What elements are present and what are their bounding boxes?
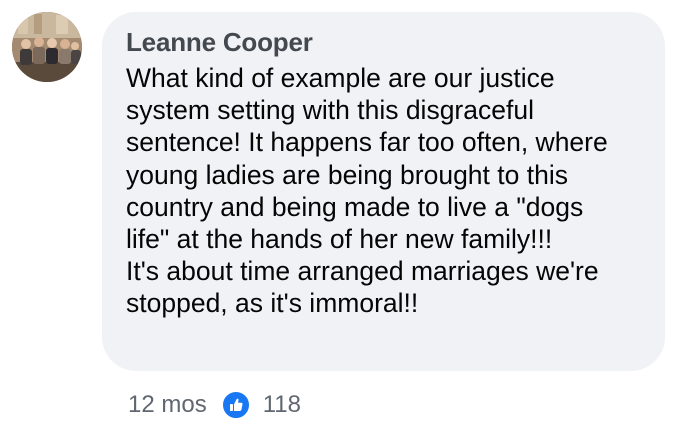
comment-line: young ladies are being brought to this (126, 159, 568, 190)
comment: Leanne Cooper What kind of example are o… (0, 0, 700, 429)
comment-line: country and being made to live a "dogs (126, 191, 584, 222)
author-name[interactable]: Leanne Cooper (126, 25, 645, 59)
like-icon[interactable] (220, 390, 251, 420)
comment-line: sentence! It happens far too often, wher… (126, 127, 608, 158)
avatar[interactable] (12, 12, 82, 82)
avatar-photo (12, 12, 82, 82)
reaction-count[interactable]: 118 (263, 391, 301, 419)
comment-line: What kind of example are our justice (126, 63, 555, 93)
timestamp[interactable]: 12 mos (128, 391, 207, 419)
comment-line: It's about time arranged marriages we're (126, 256, 599, 287)
comment-line: stopped, as it's immoral!! (126, 288, 419, 319)
comment-line: system setting with this disgraceful (126, 95, 534, 126)
comment-bubble: Leanne Cooper What kind of example are o… (102, 12, 665, 371)
comment-meta: 12 mos 118 (128, 388, 301, 422)
comment-text: What kind of example are our justice sys… (126, 62, 645, 320)
thumbs-up-icon (229, 398, 243, 411)
comment-line: life" at the hands of her new family!!! (126, 224, 553, 255)
